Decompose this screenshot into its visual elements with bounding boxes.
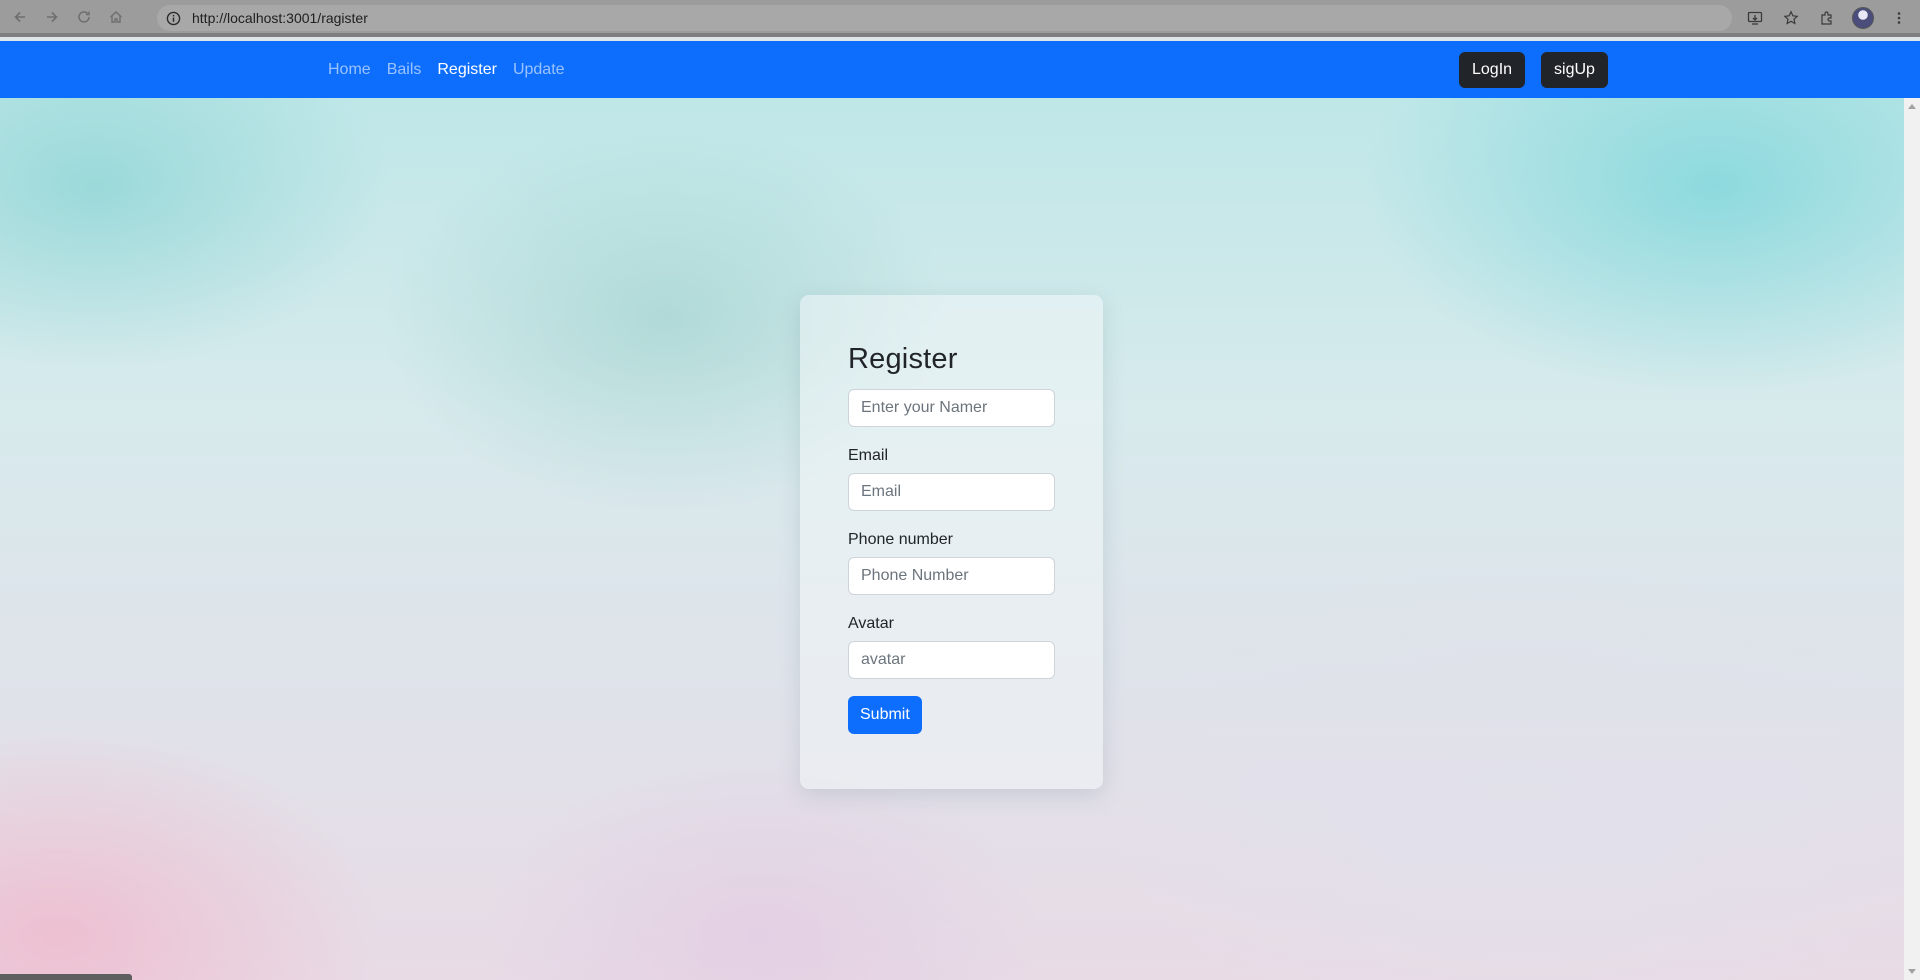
nav-link-update[interactable]: Update (505, 61, 573, 79)
bookmark-star-icon[interactable] (1780, 7, 1802, 29)
app-navbar: Home Bails Register Update LogIn sigUp (0, 41, 1920, 98)
home-icon[interactable] (104, 5, 128, 29)
name-input[interactable] (848, 389, 1055, 427)
profile-avatar[interactable] (1852, 7, 1874, 29)
reload-icon[interactable] (72, 5, 96, 29)
nav-link-register[interactable]: Register (429, 61, 505, 79)
forward-icon[interactable] (40, 5, 64, 29)
status-strip (0, 974, 132, 980)
more-menu-icon[interactable] (1888, 7, 1910, 29)
scroll-down-icon[interactable] (1908, 969, 1916, 974)
back-icon[interactable] (8, 5, 32, 29)
email-input[interactable] (848, 473, 1055, 511)
phone-input[interactable] (848, 557, 1055, 595)
signup-button[interactable]: sigUp (1541, 52, 1608, 88)
register-card: Register Email Phone number Avatar Submi… (800, 295, 1103, 789)
nav-link-home[interactable]: Home (320, 61, 379, 79)
address-bar[interactable]: http://localhost:3001/ragister (157, 5, 1732, 31)
login-button[interactable]: LogIn (1459, 52, 1526, 88)
form-title: Register (848, 343, 958, 375)
install-app-icon[interactable] (1744, 7, 1766, 29)
submit-button[interactable]: Submit (848, 696, 922, 734)
nav-links: Home Bails Register Update (320, 41, 573, 98)
site-info-icon[interactable] (164, 9, 182, 27)
avatar-label: Avatar (848, 615, 894, 632)
nav-link-bails[interactable]: Bails (379, 61, 430, 79)
page-scrollbar[interactable] (1904, 98, 1920, 980)
email-label: Email (848, 447, 889, 464)
scroll-up-icon[interactable] (1908, 104, 1916, 109)
browser-toolbar: http://localhost:3001/ragister (0, 0, 1920, 37)
phone-label: Phone number (848, 531, 953, 548)
extensions-icon[interactable] (1816, 7, 1838, 29)
avatar-input[interactable] (848, 641, 1055, 679)
url-text: http://localhost:3001/ragister (192, 10, 368, 26)
